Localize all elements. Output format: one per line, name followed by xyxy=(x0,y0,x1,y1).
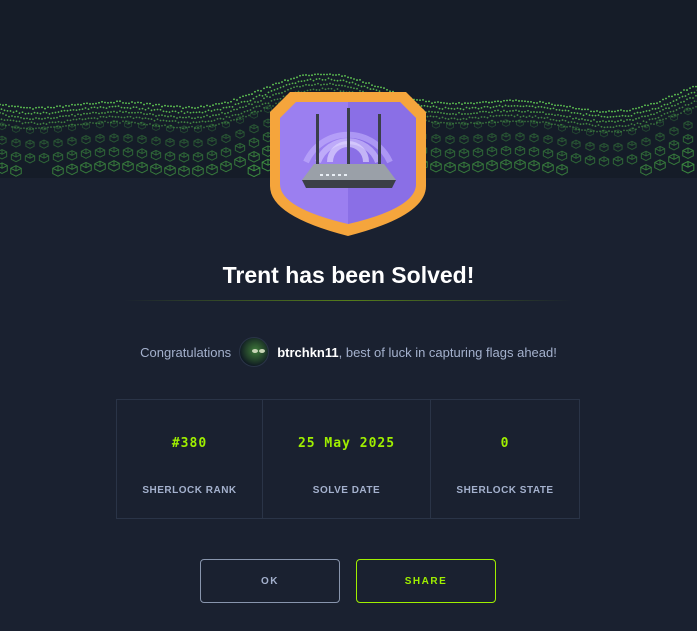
stat-state-label: SHERLOCK STATE xyxy=(431,485,579,496)
page-title: Trent has been Solved! xyxy=(0,262,697,289)
user-avatar xyxy=(239,337,269,367)
stats-panel: #380 SHERLOCK RANK 25 May 2025 SOLVE DAT… xyxy=(116,399,580,519)
title-divider xyxy=(124,300,572,301)
stat-solve-date: 25 May 2025 SOLVE DATE xyxy=(263,400,431,518)
router-icon xyxy=(266,88,430,238)
congrats-message: Congratulations btrchkn11 , best of luck… xyxy=(0,336,697,368)
stat-rank: #380 SHERLOCK RANK xyxy=(117,400,263,518)
stat-solve-date-value: 25 May 2025 xyxy=(263,436,430,451)
share-button[interactable]: SHARE xyxy=(356,559,496,603)
congrats-prefix: Congratulations xyxy=(140,345,231,360)
stat-state: 0 SHERLOCK STATE xyxy=(431,400,579,518)
congrats-suffix: , best of luck in capturing flags ahead! xyxy=(339,345,557,360)
stat-state-value: 0 xyxy=(431,436,579,451)
username: btrchkn11 xyxy=(277,345,338,360)
stat-solve-date-label: SOLVE DATE xyxy=(263,485,430,496)
ok-button[interactable]: OK xyxy=(200,559,340,603)
stat-rank-label: SHERLOCK RANK xyxy=(117,485,262,496)
stat-rank-value: #380 xyxy=(117,436,262,451)
